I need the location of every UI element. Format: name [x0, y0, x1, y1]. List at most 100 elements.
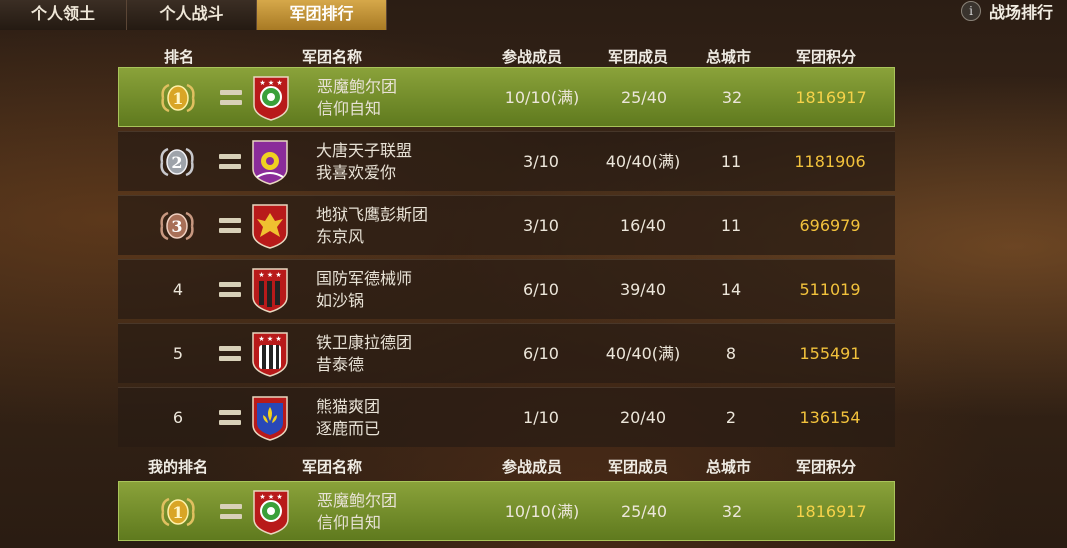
- participants-value: 1/10: [523, 408, 559, 427]
- header-participants: 参战成员: [502, 458, 563, 476]
- legion-name-block: 地狱飞鹰彭斯团 东京风: [316, 204, 428, 248]
- cities-value: 14: [720, 280, 742, 299]
- legion-name-block: 大唐天子联盟 我喜欢爱你: [316, 140, 412, 184]
- header-legion-name: 军团名称: [302, 48, 363, 66]
- legion-leader: 东京风: [316, 227, 365, 246]
- rank-unchanged-icon: [220, 504, 242, 520]
- ranking-row-4[interactable]: 4 ★ ★ ★ 国防军德械师 如沙锅 6/10 39/40 14 511019: [118, 259, 895, 319]
- legion-leader: 信仰自知: [317, 513, 382, 532]
- svg-text:★ ★ ★: ★ ★ ★: [258, 335, 281, 343]
- members-value: 20/40: [619, 408, 667, 427]
- ranking-row-5[interactable]: 5 ★ ★ ★ 铁卫康拉德团 昔泰德 6/10 40/40(满) 8 15549…: [118, 323, 895, 383]
- participants-value: 3/10: [523, 216, 559, 235]
- header-score: 军团积分: [796, 48, 857, 66]
- my-ranking-row[interactable]: 1 ★ ★ ★ 恶魔鲍尔团 信仰自知 10/10(满) 25/40 32 181…: [118, 481, 895, 541]
- svg-text:★ ★ ★: ★ ★ ★: [259, 493, 282, 501]
- legion-name: 熊猫爽团: [316, 397, 381, 416]
- ranking-row-6[interactable]: 6 熊猫爽团 逐鹿而已 1/10 20/40 2 136154: [118, 387, 895, 447]
- score-value: 136154: [799, 408, 861, 427]
- legion-emblem-icon: [252, 204, 288, 249]
- legion-leader: 信仰自知: [317, 99, 382, 118]
- battlefield-ranking-button[interactable]: i 战场排行: [960, 0, 1053, 22]
- legion-leader: 我喜欢爱你: [316, 163, 397, 182]
- svg-text:3: 3: [171, 217, 182, 236]
- header-cities: 总城市: [706, 458, 752, 476]
- cities-value: 32: [721, 502, 743, 521]
- legion-emblem-icon: [252, 396, 288, 441]
- rank-unchanged-icon: [219, 154, 241, 170]
- header-rank: 排名: [164, 48, 195, 66]
- participants-value: 10/10(满): [504, 88, 580, 107]
- legion-leader: 逐鹿而已: [316, 419, 381, 438]
- members-value: 25/40: [620, 502, 668, 521]
- ranking-row-1[interactable]: 1 ★ ★ ★ 恶魔鲍尔团 信仰自知 10/10(满) 25/40 32 181…: [118, 67, 895, 127]
- rank-unchanged-icon: [219, 282, 241, 298]
- members-value: 39/40: [619, 280, 667, 299]
- cities-value: 11: [720, 216, 742, 235]
- participants-value: 10/10(满): [504, 502, 580, 521]
- legion-name-block: 国防军德械师 如沙锅: [316, 268, 412, 312]
- cities-value: 2: [725, 408, 737, 427]
- header-members: 军团成员: [608, 48, 669, 66]
- legion-emblem-icon: ★ ★ ★: [252, 332, 288, 377]
- header-my-rank: 我的排名: [148, 458, 209, 476]
- bronze-medal-icon: 3: [160, 211, 194, 241]
- legion-emblem-icon: [252, 140, 288, 185]
- score-value: 511019: [799, 280, 861, 299]
- tab-personal-battle[interactable]: 个人战斗: [127, 0, 257, 30]
- svg-text:★ ★ ★: ★ ★ ★: [258, 271, 281, 279]
- score-value: 1816917: [795, 502, 867, 521]
- legion-name: 恶魔鲍尔团: [317, 77, 398, 96]
- silver-medal-icon: 2: [160, 147, 194, 177]
- legion-name: 国防军德械师: [316, 269, 413, 288]
- cities-value: 11: [720, 152, 742, 171]
- rank-number: 6: [172, 408, 184, 427]
- gold-medal-icon: 1: [161, 83, 195, 113]
- rank-unchanged-icon: [219, 218, 241, 234]
- header-members: 军团成员: [608, 458, 669, 476]
- rank-unchanged-icon: [219, 410, 241, 426]
- members-value: 25/40: [620, 88, 668, 107]
- legion-name: 地狱飞鹰彭斯团: [316, 205, 429, 224]
- ranking-row-3[interactable]: 3 地狱飞鹰彭斯团 东京风 3/10 16/40 11 696979: [118, 195, 895, 255]
- header-legion-name: 军团名称: [302, 458, 363, 476]
- legion-name: 恶魔鲍尔团: [317, 491, 398, 510]
- tab-legion-ranking[interactable]: 军团排行: [257, 0, 387, 30]
- gold-medal-icon: 1: [161, 497, 195, 527]
- legion-leader: 如沙锅: [316, 291, 365, 310]
- header-participants: 参战成员: [502, 48, 563, 66]
- rank-unchanged-icon: [219, 346, 241, 362]
- participants-value: 3/10: [523, 152, 559, 171]
- svg-text:1: 1: [172, 503, 183, 522]
- participants-value: 6/10: [523, 280, 559, 299]
- legion-name-block: 铁卫康拉德团 昔泰德: [316, 332, 412, 376]
- score-value: 155491: [799, 344, 861, 363]
- members-value: 40/40(满): [605, 344, 681, 363]
- tab-personal-territory[interactable]: 个人领土: [0, 0, 127, 30]
- legion-emblem-icon: ★ ★ ★: [253, 76, 289, 121]
- score-value: 1816917: [795, 88, 867, 107]
- ranking-row-2[interactable]: 2 大唐天子联盟 我喜欢爱你 3/10 40/40(满) 11 1181906: [118, 131, 895, 191]
- my-ranking-header: 我的排名 军团名称 参战成员 军团成员 总城市 军团积分: [118, 452, 895, 480]
- members-value: 16/40: [619, 216, 667, 235]
- rank-number: 5: [172, 344, 184, 363]
- legion-name-block: 恶魔鲍尔团 信仰自知: [317, 490, 397, 534]
- table-header: 排名 军团名称 参战成员 军团成员 总城市 军团积分: [118, 42, 895, 70]
- legion-name-block: 熊猫爽团 逐鹿而已: [316, 396, 380, 440]
- legion-name: 铁卫康拉德团: [316, 333, 413, 352]
- battlefield-ranking-label: 战场排行: [988, 3, 1053, 22]
- legion-name-block: 恶魔鲍尔团 信仰自知: [317, 76, 397, 120]
- header-cities: 总城市: [706, 48, 752, 66]
- info-icon[interactable]: i: [960, 1, 981, 21]
- svg-text:2: 2: [171, 153, 182, 172]
- svg-text:★ ★ ★: ★ ★ ★: [259, 79, 282, 87]
- score-value: 1181906: [794, 152, 866, 171]
- rank-number: 4: [172, 280, 184, 299]
- cities-value: 8: [725, 344, 737, 363]
- svg-text:1: 1: [172, 89, 183, 108]
- cities-value: 32: [721, 88, 743, 107]
- legion-name: 大唐天子联盟: [316, 141, 413, 160]
- legion-emblem-icon: ★ ★ ★: [253, 490, 289, 535]
- participants-value: 6/10: [523, 344, 559, 363]
- legion-leader: 昔泰德: [316, 355, 365, 374]
